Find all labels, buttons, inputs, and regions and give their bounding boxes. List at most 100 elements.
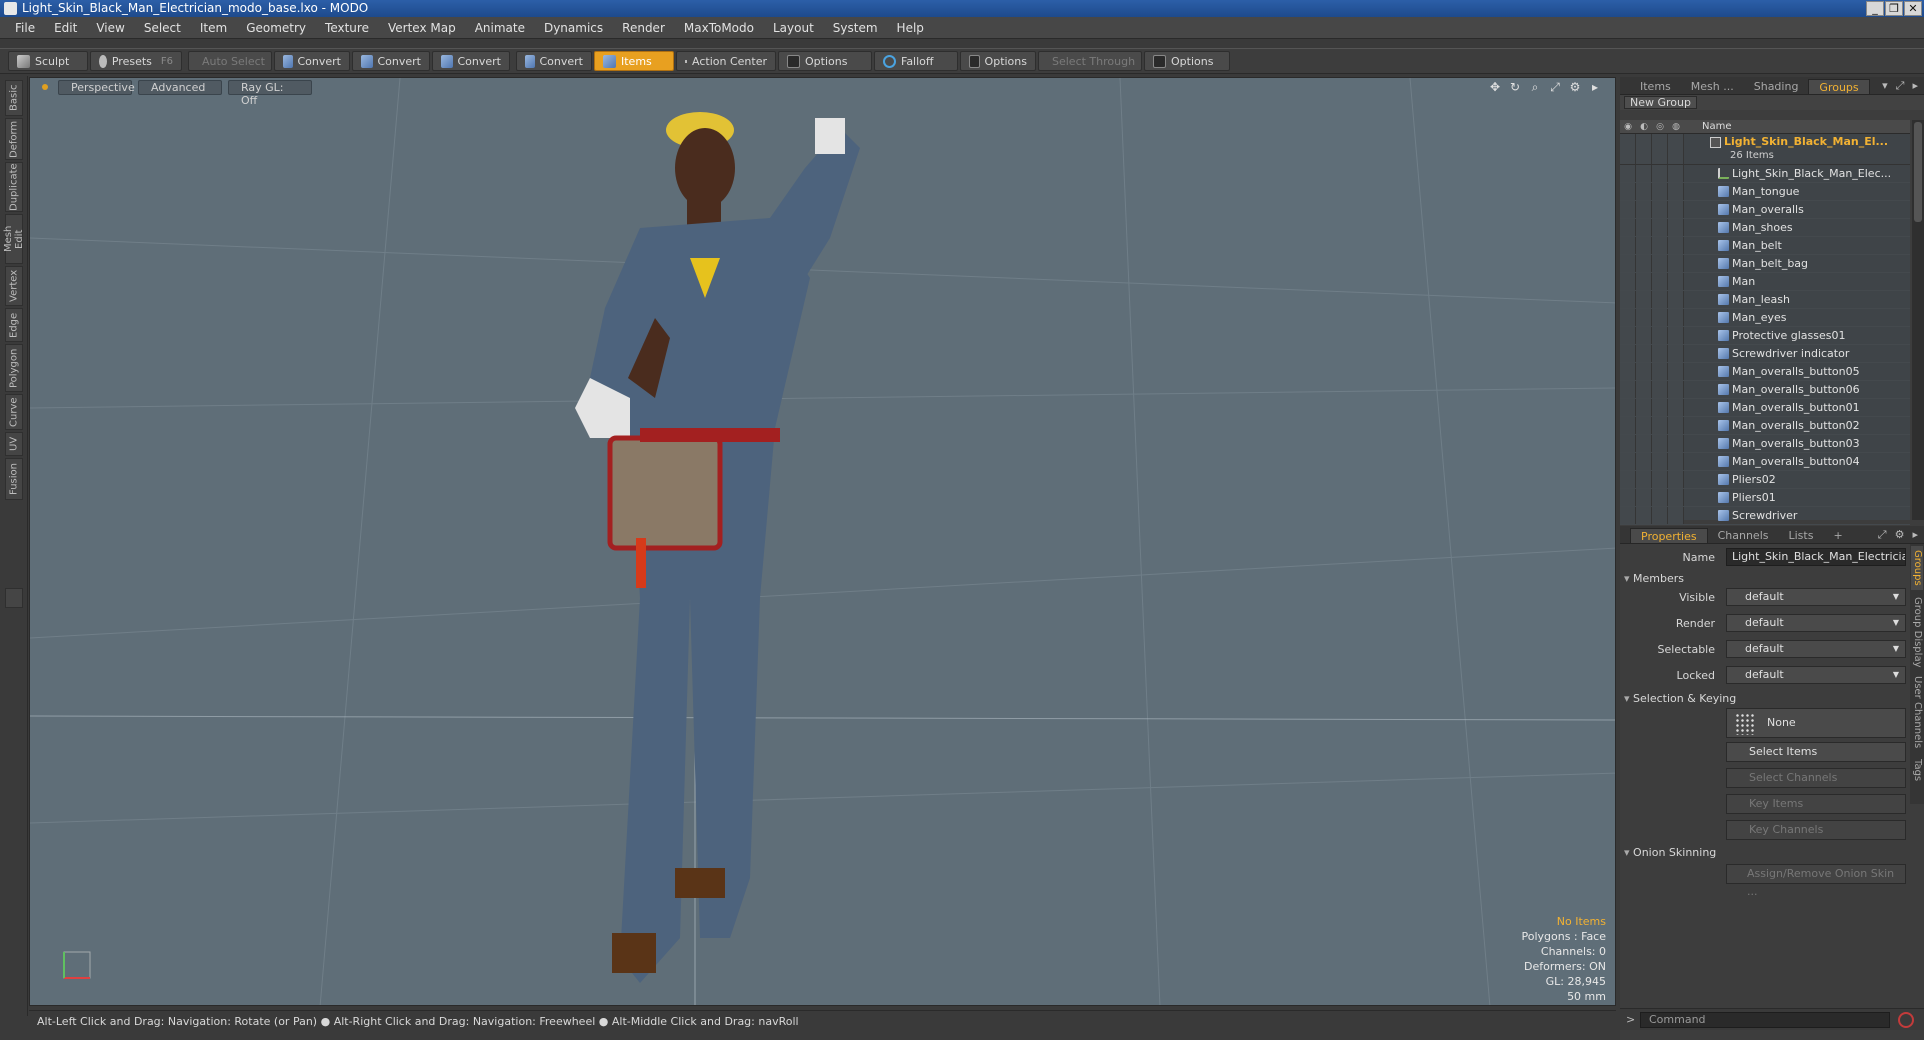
dropdown-arrow-icon[interactable]: ▾ [1882, 79, 1888, 93]
maximize-panel-icon[interactable]: ⤢ [1896, 79, 1905, 93]
list-item[interactable]: Man_belt [1620, 237, 1910, 255]
convert-button-1[interactable]: Convert [274, 51, 350, 71]
onion-skinning-section-header[interactable]: Onion Skinning [1624, 846, 1716, 859]
select-column-icon[interactable]: ◎ [1652, 122, 1668, 132]
list-item[interactable]: Man_belt_bag [1620, 255, 1910, 273]
options-button-3[interactable]: Options [1144, 51, 1230, 71]
list-item[interactable]: Screwdriver indicator [1620, 345, 1910, 363]
rotate-icon[interactable]: ↻ [1509, 81, 1521, 93]
list-item[interactable]: Man_overalls_button03 [1620, 435, 1910, 453]
name-column-header[interactable]: Name [1684, 121, 1732, 132]
tab-groups[interactable]: Groups [1808, 79, 1870, 94]
side-tab-user-channels[interactable]: User Channels [1911, 674, 1923, 750]
tab-expand[interactable] [5, 588, 23, 608]
menu-vertex-map[interactable]: Vertex Map [381, 21, 468, 35]
zoom-icon[interactable]: ⌕ [1529, 81, 1541, 93]
list-item[interactable]: Protective glasses01 [1620, 327, 1910, 345]
panel-menu-arrow-icon[interactable]: ▸ [1912, 79, 1918, 93]
panel-settings-gear-icon[interactable]: ⚙ [1895, 528, 1905, 542]
tab-duplicate[interactable]: Duplicate [5, 162, 23, 212]
add-tab-button[interactable]: + [1823, 528, 1852, 543]
members-section-header[interactable]: Members [1624, 572, 1684, 585]
list-item[interactable]: Man_overalls_button04 [1620, 453, 1910, 471]
auto-select-button[interactable]: Auto Select [188, 51, 272, 71]
tab-uv[interactable]: UV [5, 432, 23, 456]
record-macro-icon[interactable] [1898, 1012, 1914, 1028]
side-tab-group-display[interactable]: Group Display [1911, 594, 1923, 670]
viewport-menu-dot-icon[interactable] [42, 84, 48, 90]
list-item[interactable]: Screwdriver [1620, 507, 1910, 525]
pan-icon[interactable]: ✥ [1489, 81, 1501, 93]
minimize-button[interactable]: _ [1866, 1, 1884, 16]
menu-edit[interactable]: Edit [47, 21, 89, 35]
tab-items[interactable]: Items [1630, 79, 1681, 94]
list-item[interactable]: Man_eyes [1620, 309, 1910, 327]
menu-layout[interactable]: Layout [766, 21, 826, 35]
locked-dropdown[interactable]: default [1726, 666, 1906, 684]
tab-mesh-edit[interactable]: Mesh Edit [3, 214, 25, 264]
menu-file[interactable]: File [8, 21, 47, 35]
visible-dropdown[interactable]: default [1726, 588, 1906, 606]
menu-dynamics[interactable]: Dynamics [537, 21, 615, 35]
name-field[interactable]: Light_Skin_Black_Man_Electrician [1726, 548, 1906, 566]
fit-icon[interactable]: ⤢ [1549, 81, 1561, 93]
list-item[interactable]: Man_overalls_button02 [1620, 417, 1910, 435]
key-channels-button[interactable]: Key Channels [1726, 820, 1906, 840]
side-tab-tags[interactable]: Tags [1911, 754, 1923, 786]
list-scrollbar[interactable] [1912, 120, 1924, 520]
close-button[interactable]: ✕ [1904, 1, 1922, 16]
tab-channels[interactable]: Channels [1708, 528, 1779, 543]
select-channels-button[interactable]: Select Channels [1726, 768, 1906, 788]
options-button-1[interactable]: Options [778, 51, 872, 71]
menu-geometry[interactable]: Geometry [239, 21, 318, 35]
maximize-panel-icon[interactable]: ⤢ [1878, 528, 1887, 542]
restore-button[interactable]: ❐ [1885, 1, 1903, 16]
viewport-shading-button[interactable]: Advanced [138, 79, 222, 95]
tab-shading[interactable]: Shading [1744, 79, 1809, 94]
tab-curve[interactable]: Curve [5, 394, 23, 430]
list-item[interactable]: Man_shoes [1620, 219, 1910, 237]
list-item[interactable]: Man [1620, 273, 1910, 291]
tab-basic[interactable]: Basic [5, 80, 23, 116]
list-item[interactable]: Pliers01 [1620, 489, 1910, 507]
render-dropdown[interactable]: default [1726, 614, 1906, 632]
convert-button-2[interactable]: Convert [352, 51, 430, 71]
list-item[interactable]: Man_overalls [1620, 201, 1910, 219]
selectable-dropdown[interactable]: default [1726, 640, 1906, 658]
lock-column-icon[interactable]: ◍ [1668, 122, 1684, 132]
group-row[interactable]: Light_Skin_Black_Man_El... 26 Items [1620, 134, 1910, 165]
list-item[interactable]: Man_overalls_button05 [1620, 363, 1910, 381]
list-item[interactable]: Man_tongue [1620, 183, 1910, 201]
tab-vertex[interactable]: Vertex [5, 266, 23, 306]
menu-texture[interactable]: Texture [318, 21, 381, 35]
selection-keying-section-header[interactable]: Selection & Keying [1624, 692, 1736, 705]
list-item[interactable]: Man_leash [1620, 291, 1910, 309]
menu-help[interactable]: Help [890, 21, 936, 35]
select-items-button[interactable]: Select Items [1726, 742, 1906, 762]
list-item[interactable]: Man_overalls_button01 [1620, 399, 1910, 417]
command-input[interactable]: Command [1640, 1012, 1890, 1028]
convert-button-4[interactable]: Convert [516, 51, 592, 71]
menu-maxtomodo[interactable]: MaxToModo [677, 21, 766, 35]
menu-render[interactable]: Render [615, 21, 677, 35]
assign-onion-skin-button[interactable]: Assign/Remove Onion Skin ... [1726, 864, 1906, 898]
viewport-expand-arrow-icon[interactable]: ▸ [1589, 81, 1601, 93]
viewport-settings-gear-icon[interactable]: ⚙ [1569, 81, 1581, 93]
tab-deform[interactable]: Deform [5, 118, 23, 160]
viewport-raygl-button[interactable]: Ray GL: Off [228, 79, 312, 107]
tab-fusion[interactable]: Fusion [5, 458, 23, 500]
group-visibility-toggles[interactable] [1620, 134, 1700, 164]
list-item[interactable]: Light_Skin_Black_Man_Elec... [1620, 165, 1910, 183]
panel-menu-arrow-icon[interactable]: ▸ [1912, 528, 1918, 542]
list-item[interactable]: Pliers02 [1620, 471, 1910, 489]
menu-animate[interactable]: Animate [468, 21, 537, 35]
key-items-button[interactable]: Key Items [1726, 794, 1906, 814]
presets-button[interactable]: Presets F6 [90, 51, 182, 71]
tab-lists[interactable]: Lists [1779, 528, 1824, 543]
new-group-button[interactable]: New Group [1624, 96, 1697, 109]
tab-polygon[interactable]: Polygon [5, 344, 23, 392]
falloff-button[interactable]: Falloff [874, 51, 958, 71]
electrician-figure[interactable] [575, 112, 860, 983]
options-button-2[interactable]: Options [960, 51, 1036, 71]
menu-view[interactable]: View [89, 21, 136, 35]
